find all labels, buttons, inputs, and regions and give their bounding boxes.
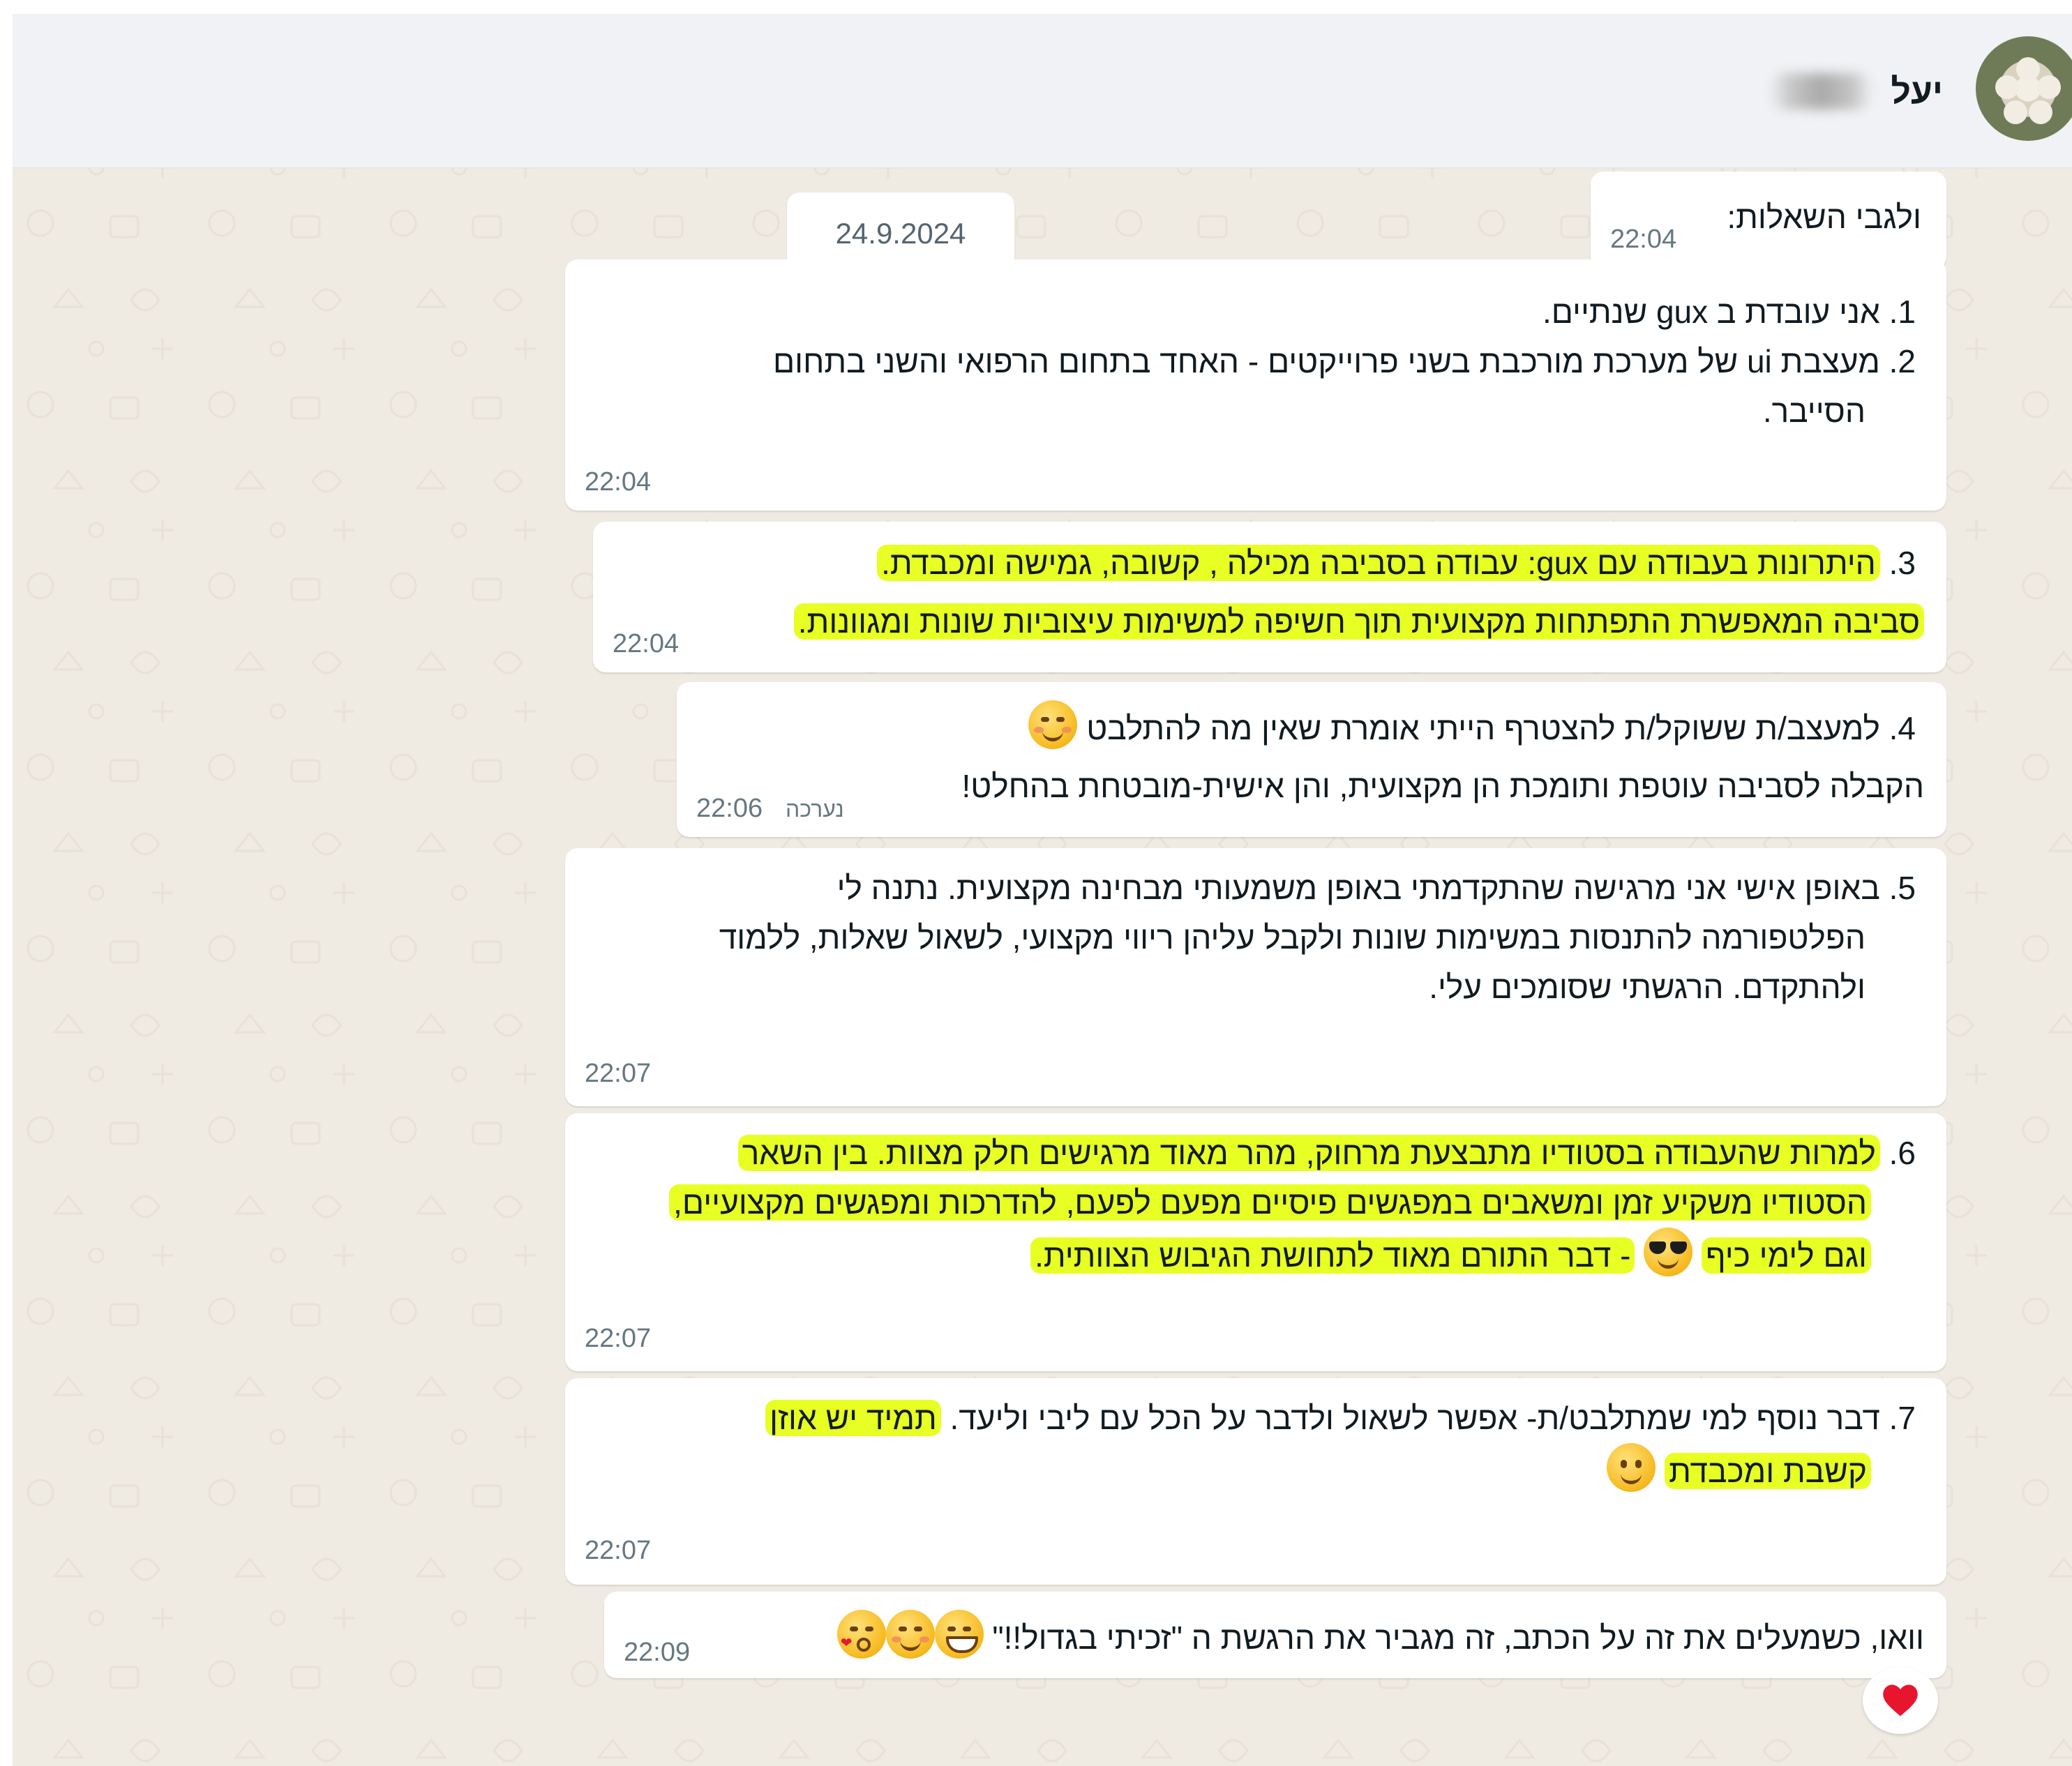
message-time: 22:06 <box>696 794 763 823</box>
chat-header: יעל <box>13 14 2072 168</box>
highlighted-text: - דבר התורם מאוד לתחושת הגיבוש הצוותית. <box>1030 1237 1635 1274</box>
blurred-surname <box>1769 73 1873 110</box>
message-line: 2. מעצבת ui של מערכת מורכבת בשני פרוייקט… <box>773 337 1916 386</box>
message-time: 22:07 <box>585 1059 652 1088</box>
grinning-emoji-icon <box>934 1610 984 1659</box>
message-line: סביבה המאפשרת התפתחות מקצועית תוך חשיפה … <box>793 597 1924 647</box>
contact-avatar[interactable] <box>1976 36 2072 141</box>
message-line: הסייבר. <box>1763 386 1865 436</box>
message-bubble[interactable]: 7. דבר נוסף למי שמתלבט/ת- אפשר לשאול ולד… <box>565 1378 1946 1585</box>
list-number: 6. <box>1889 1135 1916 1171</box>
message-time: 22:09 <box>624 1638 691 1667</box>
message-line: 4. למעצב/ת ששוקל/ת להצטרף הייתי אומרת שא… <box>1028 700 1916 753</box>
reaction-badge[interactable] <box>1863 1667 1938 1734</box>
highlighted-text: היתרונות בעבודה עם gux: עבודה בסביבה מכי… <box>877 545 1880 581</box>
message-text: הקבלה לסביבה עוטפת ותומכת הן מקצועית, וה… <box>961 768 1924 804</box>
message-text: ולגבי השאלות: <box>1727 199 1921 235</box>
message-line: וואו, כשמעלים את זה על הכתב, זה מגביר את… <box>836 1610 1924 1663</box>
message-text: דבר נוסף למי שמתלבט/ת- אפשר לשאול ולדבר … <box>949 1400 1880 1436</box>
message-line: 3. היתרונות בעבודה עם gux: עבודה בסביבה … <box>877 538 1916 588</box>
message-text: ולהתקדם. הרגשתי שסומכים עלי. <box>1429 969 1865 1005</box>
contact-name[interactable]: יעל <box>1891 71 1943 112</box>
list-number: 1. <box>1889 294 1916 330</box>
message-bubble[interactable]: 3. היתרונות בעבודה עם gux: עבודה בסביבה … <box>593 522 1946 672</box>
highlighted-text: תמיד יש אוזן <box>765 1400 941 1436</box>
message-time: 22:04 <box>1610 225 1677 254</box>
list-number: 7. <box>1889 1400 1916 1436</box>
message-time: 22:07 <box>585 1324 652 1353</box>
message-text: וואו, כשמעלים את זה על הכתב, זה מגביר את… <box>992 1620 1924 1656</box>
highlighted-text: קשבת ומכבדת <box>1665 1453 1871 1489</box>
list-number: 5. <box>1889 870 1916 906</box>
smiling-blush-emoji-icon <box>1028 700 1078 749</box>
message-line: 7. דבר נוסף למי שמתלבט/ת- אפשר לשאול ולד… <box>765 1394 1916 1443</box>
message-line: 6. למרות שהעבודה בסטודיו מתבצעת מרחוק, מ… <box>737 1129 1916 1178</box>
message-line: 1. אני עובדת ב gux שנתיים. <box>1542 287 1916 337</box>
message-time: 22:07 <box>585 1536 652 1565</box>
highlighted-text: וגם לימי כיף <box>1702 1237 1871 1274</box>
message-time: 22:04 <box>613 629 680 658</box>
message-text: באופן אישי אני מרגישה שהתקדמתי באופן משמ… <box>836 870 1880 906</box>
message-time: 22:04 <box>585 467 652 497</box>
smiling-blush-emoji-icon <box>885 1610 935 1659</box>
chat-window: יעל 24.9.2024 ולגבי השאלות: 22:04 1. אני… <box>13 14 2072 1766</box>
message-bubble[interactable]: וואו, כשמעלים את זה על הכתב, זה מגביר את… <box>604 1592 1946 1678</box>
message-bubble[interactable]: 5. באופן אישי אני מרגישה שהתקדמתי באופן … <box>565 848 1946 1106</box>
highlighted-text: למרות שהעבודה בסטודיו מתבצעת מרחוק, מהר … <box>737 1135 1880 1171</box>
message-bubble[interactable]: 1. אני עובדת ב gux שנתיים. 2. מעצבת ui ש… <box>565 259 1946 511</box>
list-text: מעצבת ui של מערכת מורכבת בשני פרוייקטים … <box>772 343 1880 379</box>
message-bubble[interactable]: 4. למעצב/ת ששוקל/ת להצטרף הייתי אומרת שא… <box>677 682 1946 837</box>
list-text: הסייבר. <box>1762 393 1865 429</box>
highlighted-text: סביבה המאפשרת התפתחות מקצועית תוך חשיפה … <box>793 603 1924 640</box>
message-line: וגם לימי כיף - דבר התורם מאוד לתחושת הגי… <box>1030 1228 1871 1281</box>
sunglasses-emoji-icon <box>1644 1228 1693 1276</box>
list-number: 4. <box>1889 710 1916 746</box>
heart-icon <box>1883 1684 1918 1716</box>
kissing-heart-emoji-icon: ❤ <box>836 1610 886 1659</box>
message-line: הסטודיו משקיע זמן ומשאבים במפגשים פיסיים… <box>669 1178 1871 1228</box>
message-line: הקבלה לסביבה עוטפת ותומכת הן מקצועית, וה… <box>961 762 1924 811</box>
slight-smile-emoji-icon <box>1607 1443 1656 1492</box>
highlighted-text: הסטודיו משקיע זמן ומשאבים במפגשים פיסיים… <box>669 1184 1871 1221</box>
list-number: 2. <box>1889 343 1916 379</box>
message-line: ולהתקדם. הרגשתי שסומכים עלי. <box>1429 963 1865 1012</box>
message-bubble[interactable]: 6. למרות שהעבודה בסטודיו מתבצעת מרחוק, מ… <box>565 1113 1946 1371</box>
message-text: למעצב/ת ששוקל/ת להצטרף הייתי אומרת שאין … <box>1086 710 1880 746</box>
message-text: הפלטפורמה להתנסות במשימות שונות ולקבל על… <box>719 919 1865 956</box>
message-line: 5. באופן אישי אני מרגישה שהתקדמתי באופן … <box>837 863 1916 913</box>
message-line: קשבת ומכבדת <box>1607 1443 1871 1496</box>
list-number: 3. <box>1889 545 1916 581</box>
list-text: אני עובדת ב gux שנתיים. <box>1542 294 1880 330</box>
message-line: הפלטפורמה להתנסות במשימות שונות ולקבל על… <box>719 913 1865 963</box>
message-bubble[interactable]: ולגבי השאלות: 22:04 <box>1591 172 1946 269</box>
edited-label: נערכה <box>786 797 844 822</box>
